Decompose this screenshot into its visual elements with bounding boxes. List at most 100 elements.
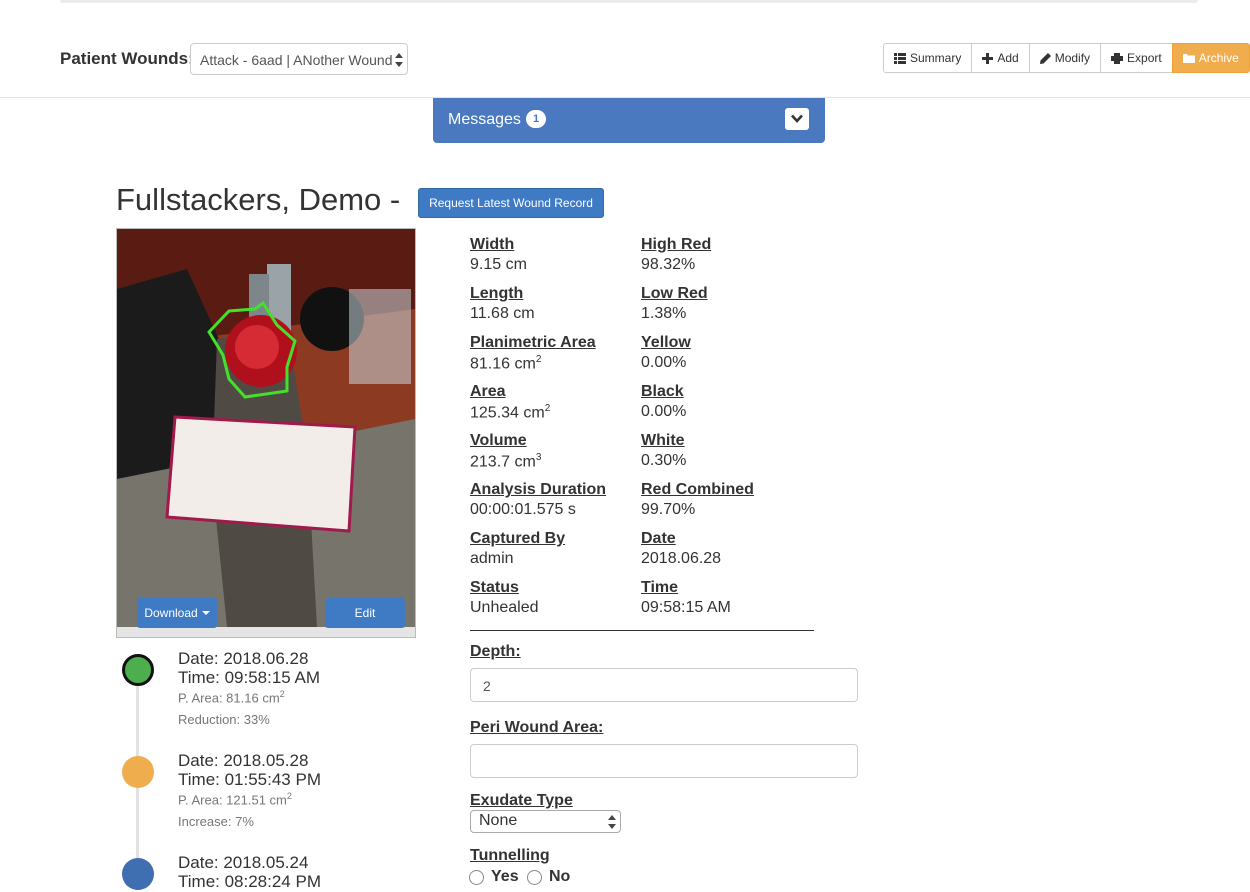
add-label: Add [997,51,1019,65]
metric-label: Captured By [470,530,566,547]
messages-title: Messages [448,111,521,128]
patient-wounds-label: Patient Wounds: [60,49,194,68]
metric-length: Length 11.68 cm [470,285,635,323]
archive-label: Archive [1198,51,1239,65]
messages-panel[interactable]: Messages 1 [433,98,825,143]
metric-value: 99.70% [641,501,696,518]
metric-value: 125.34 cm2 [470,403,551,422]
metric-label: Red Combined [641,481,754,498]
modify-label: Modify [1054,51,1091,65]
pencil-icon [1039,52,1051,64]
metric-label: Width [470,236,515,253]
download-label: Download [144,606,198,620]
metric-label: Volume [470,432,527,449]
metric-area: Area 125.34 cm2 [470,383,635,422]
metric-label: Date [641,530,676,547]
metric-value: 98.32% [641,256,696,273]
metric-low-red: Low Red 1.38% [641,285,806,323]
metrics-divider [470,630,814,631]
metric-label: Low Red [641,285,708,302]
export-button[interactable]: Export [1100,43,1173,73]
metric-value: 9.15 cm [470,256,527,273]
patient-name: Fullstackers, Demo - [116,182,401,217]
wound-photo-frame: Download Edit [116,228,416,638]
yes-label: Yes [491,868,519,885]
metric-status: Status Unhealed [470,579,635,617]
archive-button[interactable]: Archive [1171,43,1250,73]
select-arrows-icon [395,53,403,67]
timeline-date: Date: 2018.05.24 [178,853,309,872]
timeline-dot-current[interactable] [122,654,154,686]
metric-time: Time 09:58:15 AM [641,579,806,617]
metric-high-red: High Red 98.32% [641,236,806,274]
metric-label: Yellow [641,334,691,351]
metric-value: 0.30% [641,452,687,469]
radio-circle-icon [469,869,484,885]
timeline-time: Time: 01:55:43 PM [178,770,321,789]
metric-label: Length [470,285,524,302]
edit-photo-button[interactable]: Edit [325,598,405,628]
metric-label: Status [470,579,519,596]
metric-width: Width 9.15 cm [470,236,635,274]
tunnelling-yes-radio[interactable]: Yes [469,868,519,886]
summary-button[interactable]: Summary [883,43,973,73]
metric-value: Unhealed [470,599,539,616]
export-label: Export [1127,51,1162,65]
metric-label: White [641,432,685,449]
metric-date: Date 2018.06.28 [641,530,806,568]
print-icon [1111,52,1124,64]
plus-icon [982,52,994,64]
timeline-change: Reduction: 33% [178,712,270,727]
messages-count-badge: 1 [526,110,546,128]
metric-label: Black [641,383,684,400]
timeline-date: Date: 2018.06.28 [178,649,309,668]
peri-wound-area-input[interactable] [470,744,858,778]
chevron-down-icon [791,114,803,123]
metric-analysis-duration: Analysis Duration 00:00:01.575 s [470,481,635,519]
timeline-change: Increase: 7% [178,814,254,829]
metric-planimetric-area: Planimetric Area 81.16 cm2 [470,334,635,373]
exudate-type-label: Exudate Type [470,792,573,809]
download-button[interactable]: Download [137,598,217,628]
wound-photo [117,229,415,627]
tunnelling-no-radio[interactable]: No [527,868,570,886]
metric-value: 81.16 cm2 [470,354,542,373]
timeline-area: P. Area: 81.16 cm2 [178,689,285,706]
metric-label: Analysis Duration [470,481,607,498]
folder-icon [1182,54,1195,63]
metric-value: admin [470,550,514,567]
wound-select[interactable]: Attack - 6aad | ANother Wound [190,43,408,75]
exudate-type-select[interactable]: None [470,810,621,833]
depth-input[interactable]: 2 [470,668,858,702]
metric-label: Time [641,579,679,596]
metric-label: Area [470,383,506,400]
timeline-area: P. Area: 121.51 cm2 [178,791,292,808]
metric-volume: Volume 213.7 cm3 [470,432,635,471]
timeline-dot[interactable] [122,756,154,788]
metric-white: White 0.30% [641,432,806,470]
list-icon [894,52,906,64]
metric-value: 09:58:15 AM [641,599,731,616]
metric-value: 0.00% [641,403,687,420]
metric-value: 0.00% [641,354,687,371]
wound-select-value: Attack - 6aad | ANother Wound [200,52,393,68]
messages-toggle-button[interactable] [785,108,809,130]
toolbar: Summary Add Modify Export Archive [883,43,1250,73]
metric-value: 1.38% [641,305,687,322]
metric-value: 11.68 cm [470,305,535,322]
add-button[interactable]: Add [971,43,1030,73]
timeline-dot[interactable] [122,858,154,890]
radio-circle-icon [527,869,542,885]
select-arrows-icon [608,815,616,829]
peri-wound-area-label: Peri Wound Area: [470,719,604,736]
depth-label: Depth: [470,643,521,660]
metric-value: 00:00:01.575 s [470,501,576,518]
metric-captured-by: Captured By admin [470,530,635,568]
metric-red-combined: Red Combined 99.70% [641,481,806,519]
timeline-time: Time: 09:58:15 AM [178,668,321,687]
summary-label: Summary [910,51,962,65]
request-latest-record-button[interactable]: Request Latest Wound Record [418,188,604,218]
metric-label: Planimetric Area [470,334,596,351]
metric-black: Black 0.00% [641,383,806,421]
modify-button[interactable]: Modify [1028,43,1102,73]
